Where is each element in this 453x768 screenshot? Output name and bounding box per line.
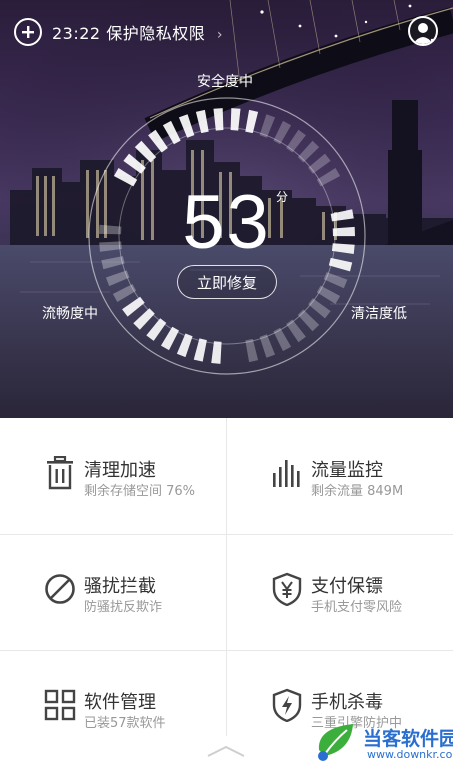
feature-title: 骚扰拦截: [84, 576, 156, 597]
leaf-logo-icon: [318, 724, 353, 761]
status-time: 23:22: [52, 24, 101, 43]
feature-software-manager[interactable]: 软件管理 已装57款软件: [0, 650, 226, 766]
trash-icon: [47, 456, 73, 490]
feature-traffic-monitor[interactable]: 流量监控 剩余流量 849M: [227, 418, 453, 534]
feature-title: 流量监控: [311, 460, 383, 481]
feature-grid: 清理加速 剩余存储空间 76% 流量监控 剩余流量 849M 骚扰拦截 防骚扰反…: [0, 418, 453, 768]
feature-title: 手机杀毒: [311, 692, 383, 713]
feature-clean-speedup[interactable]: 清理加速 剩余存储空间 76%: [0, 418, 226, 534]
fix-now-button[interactable]: 立即修复: [177, 265, 277, 299]
cleanliness-label: 清洁度低: [351, 306, 407, 322]
feature-payment-guard[interactable]: 支付保镖 手机支付零风险: [227, 534, 453, 650]
feature-subtitle: 剩余流量 849M: [311, 484, 404, 499]
grid-icon: [44, 689, 76, 721]
feature-subtitle: 已装57款软件: [84, 716, 166, 731]
feature-title: 软件管理: [84, 692, 156, 713]
bars-icon: [273, 460, 300, 487]
plus-icon: [22, 26, 34, 38]
watermark-text: 当客软件园: [363, 728, 453, 750]
feature-title: 支付保镖: [311, 576, 383, 597]
add-button[interactable]: [14, 18, 42, 46]
user-icon: [413, 23, 433, 44]
chevron-right-icon: ›: [216, 27, 223, 43]
privacy-status-link[interactable]: 23:22 保护隐私权限 ›: [52, 20, 223, 44]
feature-title: 清理加速: [84, 460, 156, 481]
yuan-shield-icon: [272, 572, 302, 606]
hero-panel: 23:22 保护隐私权限 › 安全度中 流畅度中 清洁度低 53 分 立即修复: [0, 0, 453, 418]
avatar[interactable]: [408, 16, 438, 46]
watermark-url: www.downkr.com: [367, 748, 453, 761]
feature-subtitle: 剩余存储空间 76%: [84, 484, 196, 499]
feature-subtitle: 手机支付零风险: [311, 600, 403, 615]
watermark-logo: 当客软件园 www.downkr.com: [311, 720, 453, 766]
chevron-up-icon[interactable]: [206, 744, 246, 758]
status-message: 保护隐私权限: [106, 24, 206, 43]
score-unit: 分: [276, 190, 289, 204]
bolt-shield-icon: [272, 688, 302, 722]
feature-subtitle: 防骚扰反欺诈: [84, 600, 163, 615]
safety-label: 安全度中: [197, 74, 253, 90]
top-bar: 23:22 保护隐私权限 ›: [0, 0, 453, 62]
feature-harassment-block[interactable]: 骚扰拦截 防骚扰反欺诈: [0, 534, 226, 650]
block-icon: [45, 574, 75, 604]
score-value: 53: [182, 180, 271, 265]
fluency-label: 流畅度中: [42, 306, 98, 322]
